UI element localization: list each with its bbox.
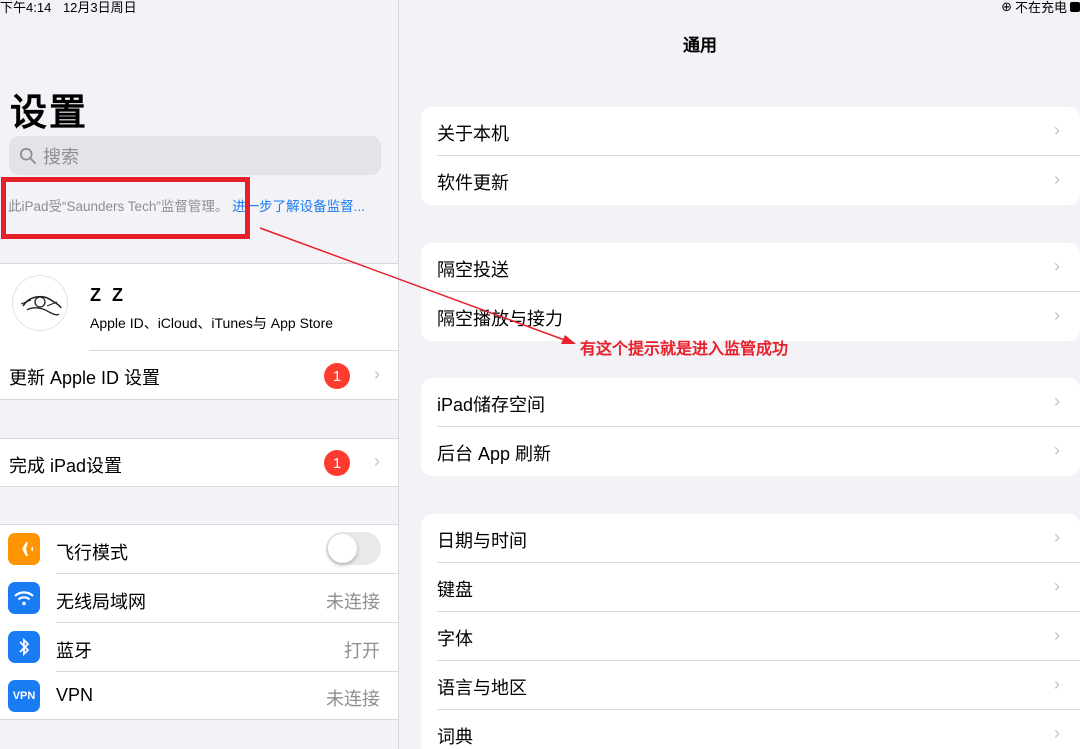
status-date: 12月3日周日 [62, 0, 137, 15]
keyboard-row[interactable]: 键盘 › [421, 563, 1080, 612]
row-label: 软件更新 [437, 173, 509, 193]
dictionary-row[interactable]: 词典 › [421, 710, 1080, 749]
date-time-row[interactable]: 日期与时间 › [421, 514, 1080, 563]
chevron-right-icon: › [1054, 120, 1060, 140]
chevron-right-icon: › [1054, 169, 1060, 189]
supervision-learn-more-link[interactable]: 进一步了解设备监督... [232, 199, 365, 214]
airplane-mode-label: 飞行模式 [56, 543, 128, 563]
update-apple-id-label: 更新 Apple ID 设置 [9, 368, 161, 388]
vpn-status: 未连接 [326, 689, 380, 709]
vpn-row[interactable]: VPN VPN 未连接 [0, 672, 398, 720]
row-label: iPad储存空间 [437, 395, 546, 415]
row-label: 日期与时间 [437, 531, 527, 551]
row-label: 字体 [437, 629, 473, 649]
row-label: 语言与地区 [437, 678, 527, 698]
status-bar-battery: ⊕ 不在充电 [1001, 0, 1080, 16]
vpn-label: VPN [56, 685, 94, 705]
fonts-row[interactable]: 字体 › [421, 612, 1080, 661]
chevron-right-icon: › [1054, 723, 1060, 743]
settings-card-airdrop: 隔空投送 › 隔空播放与接力 › [421, 243, 1080, 341]
row-label: 隔空投送 [437, 260, 509, 280]
airplane-icon [8, 533, 40, 565]
chevron-right-icon: › [1054, 391, 1060, 411]
general-detail-pane: 通用 关于本机 › 软件更新 › 隔空投送 › 隔空播放与接力 › iPad储存空间 › … [400, 0, 1080, 749]
row-label: 隔空播放与接力 [437, 309, 563, 329]
sidebar-title: 设置 [10, 92, 88, 133]
airplay-handoff-row[interactable]: 隔空播放与接力 › [421, 292, 1080, 341]
chevron-right-icon: › [1054, 674, 1060, 694]
search-placeholder: 搜索 [43, 146, 79, 167]
chevron-right-icon: › [374, 364, 380, 384]
chevron-right-icon: › [1054, 527, 1060, 547]
vpn-icon: VPN [8, 680, 40, 712]
highlight-box [1, 177, 250, 239]
bluetooth-icon [8, 631, 40, 663]
chevron-right-icon: › [1054, 576, 1060, 596]
profile-subtitle: Apple ID、iCloud、iTunes与 App Store [90, 315, 334, 331]
chevron-right-icon: › [1054, 305, 1060, 325]
apple-id-profile-row[interactable]: Z Z Apple ID、iCloud、iTunes与 App Store [0, 263, 398, 351]
update-apple-id-row[interactable]: 更新 Apple ID 设置 1 › [0, 351, 398, 400]
ipad-storage-row[interactable]: iPad储存空间 › [421, 378, 1080, 427]
airdrop-row[interactable]: 隔空投送 › [421, 243, 1080, 292]
chevron-right-icon: › [1054, 625, 1060, 645]
airplane-mode-toggle[interactable] [326, 532, 381, 565]
row-label: 后台 App 刷新 [437, 444, 552, 464]
bluetooth-row[interactable]: 蓝牙 打开 [0, 623, 398, 672]
airplane-mode-row[interactable]: 飞行模式 [0, 525, 398, 574]
notification-badge: 1 [324, 450, 350, 476]
wifi-icon [8, 582, 40, 614]
bluetooth-label: 蓝牙 [56, 641, 92, 661]
orientation-lock-icon: ⊕ [1001, 0, 1012, 14]
software-update-row[interactable]: 软件更新 › [421, 156, 1080, 205]
chevron-right-icon: › [1054, 440, 1060, 460]
row-label: 关于本机 [437, 124, 509, 144]
finish-ipad-setup-row[interactable]: 完成 iPad设置 1 › [0, 438, 398, 487]
avatar-sketch-icon [20, 295, 62, 316]
settings-card-about: 关于本机 › 软件更新 › [421, 107, 1080, 205]
wifi-row[interactable]: 无线局域网 未连接 [0, 574, 398, 623]
wifi-label: 无线局域网 [56, 592, 146, 612]
chevron-right-icon: › [374, 451, 380, 471]
background-app-refresh-row[interactable]: 后台 App 刷新 › [421, 427, 1080, 476]
settings-card-datetime: 日期与时间 › 键盘 › 字体 › 语言与地区 › 词典 › [421, 514, 1080, 749]
avatar [12, 275, 68, 331]
page-title: 通用 [683, 36, 717, 55]
row-label: 词典 [437, 727, 473, 747]
settings-sidebar: 设置 搜索 此iPad受“Saunders Tech”监督管理。 进一步了解设备… [0, 0, 399, 749]
about-row[interactable]: 关于本机 › [421, 107, 1080, 156]
finish-setup-label: 完成 iPad设置 [9, 456, 123, 476]
status-time: 下午4:14 [0, 0, 52, 15]
status-bar-time: 下午4:14 12月3日周日 [0, 0, 137, 16]
battery-icon [1070, 1, 1080, 12]
bluetooth-status: 打开 [344, 641, 380, 661]
annotation-label: 有这个提示就是进入监管成功 [580, 341, 789, 358]
row-label: 键盘 [437, 580, 473, 600]
charging-status: 不在充电 [1014, 0, 1067, 15]
notification-badge: 1 [324, 363, 350, 389]
wifi-status: 未连接 [326, 592, 380, 612]
search-icon [19, 147, 37, 164]
settings-card-storage: iPad储存空间 › 后台 App 刷新 › [421, 378, 1080, 476]
chevron-right-icon: › [1054, 256, 1060, 276]
language-region-row[interactable]: 语言与地区 › [421, 661, 1080, 710]
profile-name: Z Z [90, 285, 126, 305]
search-input[interactable]: 搜索 [9, 136, 381, 175]
